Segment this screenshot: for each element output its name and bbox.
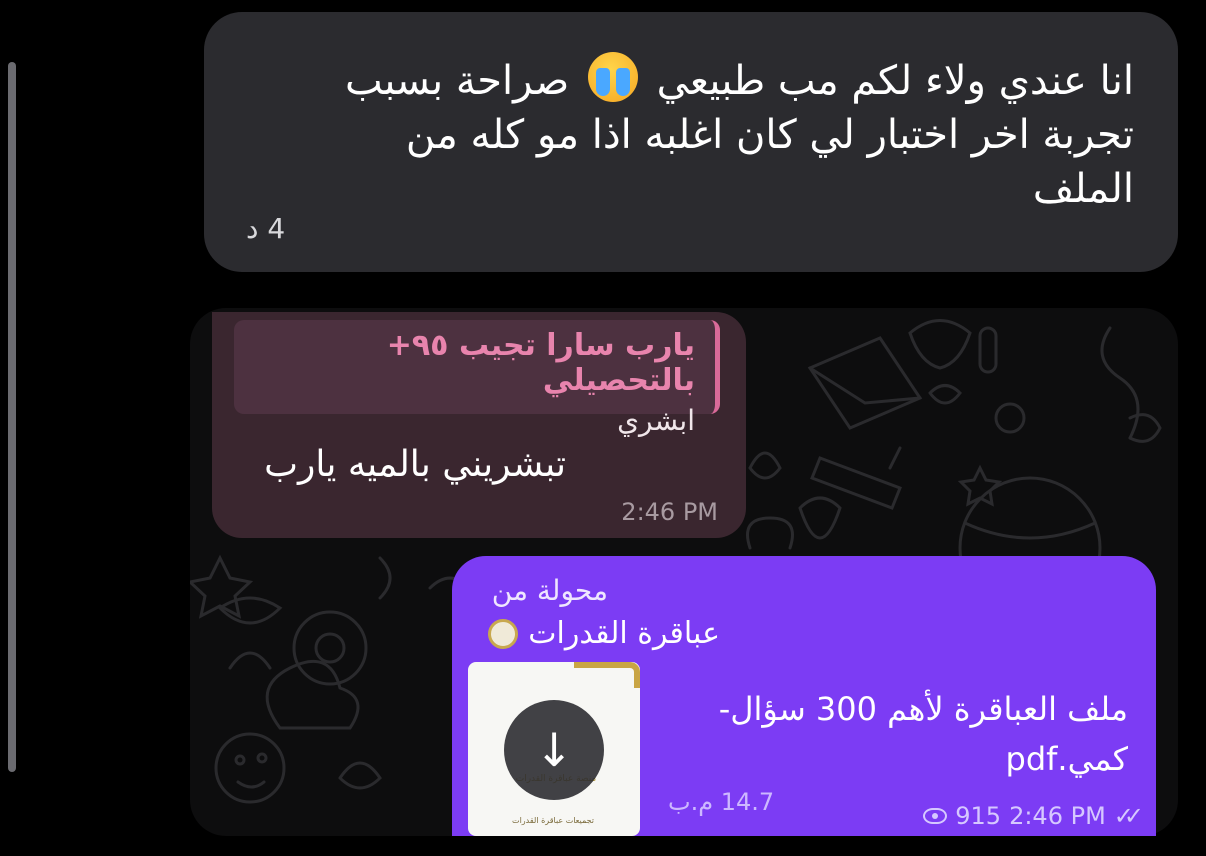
file-name: ملف العباقرة لأهم 300 سؤال-كمي.pdf (718, 690, 1128, 778)
message-line1-tail: صراحة بسبب (344, 58, 570, 104)
source-avatar (488, 618, 519, 649)
message-line2: تجربة اخر اختبار لي كان اغلبه اذا مو كله… (405, 112, 1134, 158)
file-thumbnail[interactable]: منصة عباقرة القدرات تجميعات عباقرة القدر… (468, 662, 640, 836)
reply-text: تبشريني بالميه يارب (264, 444, 566, 485)
message-meta: 915 2:46 PM ✓✓ (923, 802, 1144, 830)
message-line3: الملف (1032, 166, 1134, 212)
quote-title: يارب سارا تجيب ٩٥+ بالتحصيلي (386, 328, 695, 398)
quote-text: ابشري (617, 404, 695, 437)
thumb-corner (574, 662, 640, 688)
file-size: 14.7 م.ب (668, 788, 775, 816)
reply-quote[interactable]: يارب سارا تجيب ٩٥+ بالتحصيلي ابشري (234, 320, 720, 437)
forward-time: 2:46 PM (1009, 802, 1106, 830)
message-bubble-forwarded[interactable]: محولة من عباقرة القدرات منصة عباقرة القد… (452, 556, 1156, 836)
forward-source[interactable]: عباقرة القدرات (488, 616, 720, 651)
reply-time: 2:46 PM (621, 498, 718, 526)
download-icon[interactable]: ↓ (504, 700, 604, 800)
views-eye-icon (923, 808, 948, 824)
crying-face-icon (587, 52, 638, 102)
view-count: 915 (955, 802, 1002, 830)
message-line1: انا عندي ولاء لكم مب طبيعي (656, 58, 1134, 104)
double-check-icon: ✓✓ (1113, 802, 1144, 830)
source-name: عباقرة القدرات (528, 616, 720, 651)
message-bubble-reply[interactable]: يارب سارا تجيب ٩٥+ بالتحصيلي ابشري تبشري… (212, 312, 746, 538)
forwarded-from-label: محولة من (491, 574, 608, 607)
message-bubble-incoming[interactable]: انا عندي ولاء لكم مب طبيعي صراحة بسبب تج… (204, 12, 1178, 272)
message-text: انا عندي ولاء لكم مب طبيعي صراحة بسبب تج… (264, 52, 1134, 216)
scrollbar[interactable] (8, 62, 16, 772)
thumb-footer: تجميعات عباقرة القدرات (512, 816, 594, 825)
